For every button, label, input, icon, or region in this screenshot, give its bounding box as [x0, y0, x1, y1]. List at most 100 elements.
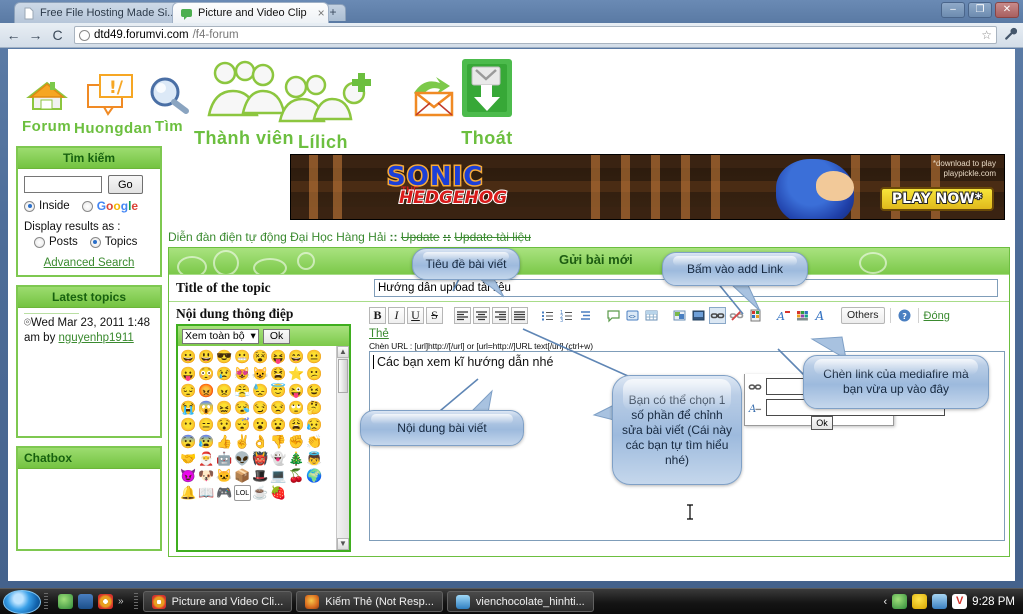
- smiley-38[interactable]: 😩: [288, 417, 305, 433]
- forward-icon[interactable]: →: [28, 27, 43, 43]
- smiley-15[interactable]: 😕: [306, 366, 323, 382]
- tray-chevron-icon[interactable]: ‹: [884, 596, 888, 608]
- smiley-60[interactable]: 🎩: [252, 468, 269, 484]
- toolbar-grip-2[interactable]: [133, 592, 138, 611]
- clock[interactable]: 9:28 PM: [972, 596, 1015, 608]
- taskbar-item-firefox[interactable]: Kiếm Thẻ (Not Resp...: [296, 591, 443, 612]
- smiley-28[interactable]: 😏: [252, 400, 269, 416]
- ad-banner[interactable]: SONIC THE HEDGEHOG *download to play pla…: [290, 154, 1005, 220]
- smiley-54[interactable]: 🎄: [288, 451, 305, 467]
- smiley-26[interactable]: 😖: [216, 400, 233, 416]
- smiley-67[interactable]: LOL: [234, 485, 251, 501]
- smiley-64[interactable]: 🔔: [180, 485, 197, 501]
- smiley-58[interactable]: 🐱: [216, 468, 233, 484]
- smiley-29[interactable]: 😒: [270, 400, 287, 416]
- smiley-9[interactable]: 😳: [198, 366, 215, 382]
- smiley-43[interactable]: ✌: [234, 434, 251, 450]
- bookmark-star-icon[interactable]: ☆: [981, 28, 992, 42]
- smiley-61[interactable]: 💻: [270, 468, 287, 484]
- nav-thoat[interactable]: Thoát: [456, 57, 518, 149]
- tag-link[interactable]: Thẻ: [369, 328, 389, 340]
- strike-button[interactable]: S: [426, 307, 443, 324]
- browser-tab-1[interactable]: Free File Hosting Made Si... ×: [14, 2, 188, 23]
- chevron-right-icon[interactable]: »: [118, 596, 124, 607]
- smiley-7[interactable]: 😐: [306, 349, 323, 365]
- nav-lilich[interactable]: Lílich: [274, 71, 372, 153]
- smiley-23[interactable]: 😉: [306, 383, 323, 399]
- smiley-69[interactable]: 🍓: [270, 485, 287, 501]
- indent-button[interactable]: [577, 307, 594, 324]
- smiley-4[interactable]: 😵: [252, 349, 269, 365]
- close-window-button[interactable]: ✕: [995, 2, 1019, 18]
- link-ok-button[interactable]: Ok: [811, 416, 833, 430]
- utorrent-icon[interactable]: [892, 594, 908, 609]
- taskbar-item-chrome[interactable]: Picture and Video Cli...: [142, 591, 293, 612]
- others-button[interactable]: Others: [841, 307, 885, 324]
- back-icon[interactable]: ←: [6, 27, 21, 43]
- font-color-button[interactable]: [794, 307, 811, 324]
- network-icon[interactable]: [932, 594, 948, 609]
- chatbox-body[interactable]: [18, 469, 160, 549]
- ad-play-now-button[interactable]: PLAY NOW*: [879, 187, 994, 211]
- numbered-list-button[interactable]: 123: [558, 307, 575, 324]
- smiley-grid[interactable]: 😀 😃 😎 😬 😵 😝 😄 😐 😛 😳 😢 😻 😺 😫 ⭐ 😕 😔 😡 😠 😤 😓 😇 😜 😉 😭 😱 😖 😪 😏 😒 🙄 🤔 😶 😑 😯 😴 😮 😧 😩 😥…: [178, 346, 336, 550]
- toolbar-grip[interactable]: [44, 592, 48, 611]
- yahoo-icon[interactable]: [912, 594, 928, 609]
- chrome-icon[interactable]: [98, 594, 113, 609]
- smiley-8[interactable]: 😛: [180, 366, 197, 382]
- smiley-68[interactable]: ☕: [252, 485, 269, 501]
- smiley-35[interactable]: 😴: [234, 417, 251, 433]
- utorrent-icon[interactable]: [58, 594, 73, 609]
- close-editor-link[interactable]: Đóng: [924, 310, 950, 322]
- windows-start-icon[interactable]: [3, 589, 41, 614]
- smiley-31[interactable]: 🤔: [306, 400, 323, 416]
- smiley-5[interactable]: 😝: [270, 349, 287, 365]
- unikey-icon[interactable]: V: [952, 594, 968, 609]
- align-justify-button[interactable]: [511, 307, 528, 324]
- radio-posts[interactable]: [34, 236, 45, 248]
- font-size-button[interactable]: A: [813, 307, 830, 324]
- smiley-44[interactable]: 👌: [252, 434, 269, 450]
- smiley-56[interactable]: 😈: [180, 468, 197, 484]
- breadcrumb-crumb2[interactable]: Update tài liệu: [454, 230, 531, 244]
- smiley-55[interactable]: 👼: [306, 451, 323, 467]
- smiley-57[interactable]: 🐶: [198, 468, 215, 484]
- breadcrumb-root[interactable]: Diễn đàn điện tự động Đại Học Hàng Hải: [168, 230, 386, 244]
- smiley-6[interactable]: 😄: [288, 349, 305, 365]
- smiley-18[interactable]: 😠: [216, 383, 233, 399]
- smiley-24[interactable]: 😭: [180, 400, 197, 416]
- smiley-25[interactable]: 😱: [198, 400, 215, 416]
- smiley-66[interactable]: 🎮: [216, 485, 233, 501]
- smiley-32[interactable]: 😶: [180, 417, 197, 433]
- smiley-30[interactable]: 🙄: [288, 400, 305, 416]
- smiley-13[interactable]: 😫: [270, 366, 287, 382]
- browser-tab-2[interactable]: Picture and Video Clip ×: [172, 2, 329, 23]
- smiley-37[interactable]: 😧: [270, 417, 287, 433]
- smiley-36[interactable]: 😮: [252, 417, 269, 433]
- smiley-20[interactable]: 😓: [252, 383, 269, 399]
- smiley-0[interactable]: 😀: [180, 349, 197, 365]
- nav-huongdan[interactable]: !/ Huongdan: [74, 71, 152, 137]
- media-player-icon[interactable]: [78, 594, 93, 609]
- align-left-button[interactable]: [454, 307, 471, 324]
- smiley-45[interactable]: 👎: [270, 434, 287, 450]
- smiley-22[interactable]: 😜: [288, 383, 305, 399]
- latest-entry-author[interactable]: nguyenhp1911: [59, 332, 134, 344]
- reload-icon[interactable]: C: [50, 27, 65, 43]
- smiley-12[interactable]: 😺: [252, 366, 269, 382]
- nav-tim[interactable]: Tìm: [146, 75, 192, 135]
- taskbar-item-paint[interactable]: vienchocolate_hinhti...: [446, 591, 594, 612]
- smiley-14[interactable]: ⭐: [288, 366, 305, 382]
- search-input[interactable]: [24, 176, 102, 193]
- smiley-51[interactable]: 👽: [234, 451, 251, 467]
- font-face-button[interactable]: A: [775, 307, 792, 324]
- smiley-53[interactable]: 👻: [270, 451, 287, 467]
- smiley-10[interactable]: 😢: [216, 366, 233, 382]
- italic-button[interactable]: I: [388, 307, 405, 324]
- radio-inside[interactable]: [24, 200, 35, 212]
- minimize-button[interactable]: –: [941, 2, 965, 18]
- advanced-search-link[interactable]: Advanced Search: [44, 257, 135, 269]
- align-right-button[interactable]: [492, 307, 509, 324]
- close-icon[interactable]: ×: [318, 6, 325, 20]
- smiley-48[interactable]: 🤝: [180, 451, 197, 467]
